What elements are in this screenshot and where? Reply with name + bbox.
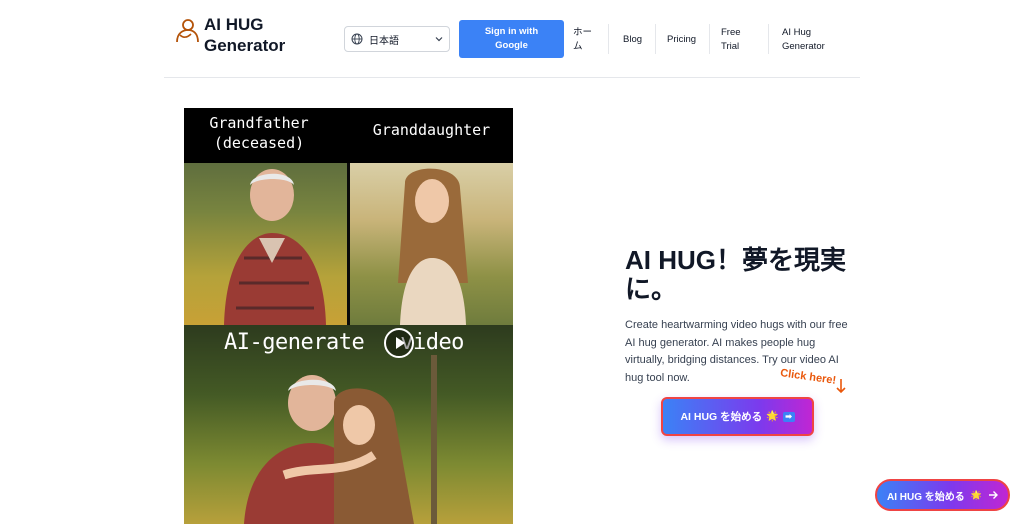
caption-ai-left: AI-generate — [224, 330, 365, 355]
nav-free-trial[interactable]: Free Trial — [721, 20, 761, 60]
hero-title: AI HUG！夢を現実に。 — [625, 245, 847, 304]
logo[interactable]: AI HUG Generator — [174, 14, 294, 56]
sparkle-icon: 🌟 — [970, 489, 982, 500]
nav-pricing[interactable]: Pricing — [667, 20, 696, 60]
granddaughter-image — [350, 163, 513, 325]
arrow-right-icon: ➡ — [782, 411, 795, 422]
floating-button-label: AI HUG を始める — [887, 491, 965, 503]
play-button[interactable] — [384, 328, 414, 358]
floating-start-button[interactable]: AI HUG を始める 🌟 — [875, 479, 1010, 511]
nav-blog[interactable]: Blog — [623, 20, 642, 60]
sign-in-google-button[interactable]: Sign in with Google — [459, 20, 564, 58]
nav-divider — [768, 24, 769, 54]
caption-grandfather: Grandfather (deceased) — [209, 114, 309, 152]
language-select[interactable]: 日本語 — [344, 26, 450, 52]
chevron-down-icon — [435, 37, 443, 42]
nav-home[interactable]: ホーム — [573, 20, 601, 60]
arrow-down-icon — [836, 379, 846, 394]
language-selected: 日本語 — [369, 35, 399, 47]
nav-divider — [608, 24, 609, 54]
arrow-right-icon — [989, 491, 998, 499]
demo-video[interactable]: Grandfather (deceased) Granddaughter AI-… — [184, 108, 513, 524]
nav-ai-hug-generator[interactable]: AI Hug Generator — [782, 20, 844, 60]
caption-ai-generated: AI-generate video — [224, 330, 464, 355]
start-ai-hug-button[interactable]: AI HUG を始める 🌟 ➡ — [661, 397, 814, 436]
nav-divider — [655, 24, 656, 54]
site-header: AI HUG Generator 日本語 Sign in with Google… — [164, 0, 860, 78]
play-icon — [396, 337, 405, 349]
grandfather-image — [184, 163, 347, 325]
globe-icon — [351, 33, 363, 45]
sparkle-icon: 🌟 — [766, 411, 779, 422]
logo-text: AI HUG Generator — [204, 15, 286, 55]
hug-logo-icon — [176, 19, 199, 43]
cta-label: AI HUG を始める — [680, 411, 763, 423]
nav-divider — [709, 24, 710, 54]
caption-granddaughter: Granddaughter — [372, 121, 491, 139]
